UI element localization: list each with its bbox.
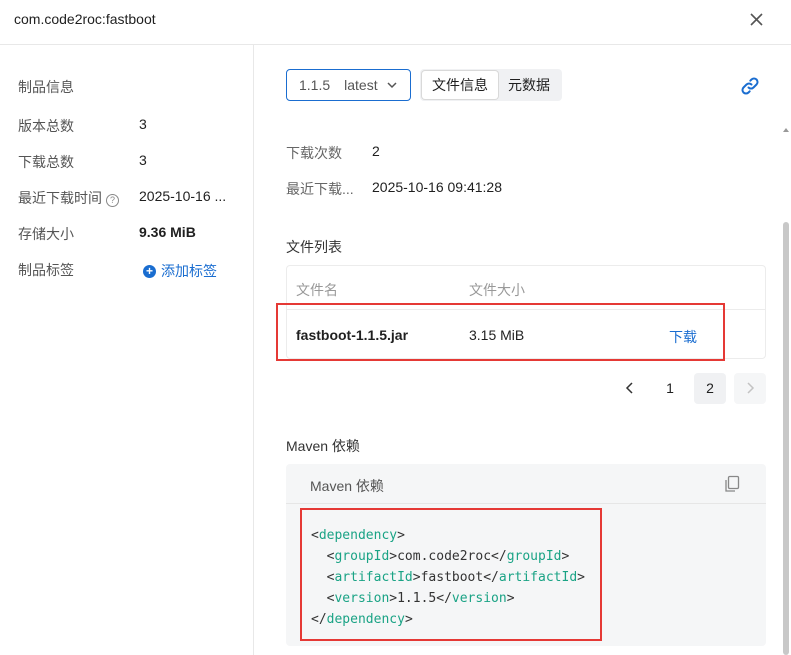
download-count-label: 下载次数 [286,145,342,161]
chevron-left-icon [625,382,633,394]
next-page-button[interactable] [734,373,766,404]
close-icon[interactable] [746,9,768,31]
add-tag-label: 添加标签 [161,263,217,279]
highlight-file-row [276,303,725,361]
download-count-value: 2 [372,143,380,159]
maven-section-title: Maven 依赖 [286,438,360,454]
highlight-maven-code [300,508,602,641]
version-select-value: 1.1.5 [299,77,331,93]
download-total-value: 3 [139,152,147,168]
info-tabs: 文件信息 元数据 [420,69,562,101]
version-select[interactable]: 1.1.5 latest [286,69,411,101]
chevron-down-icon [387,82,397,89]
version-count-value: 3 [139,116,147,132]
page-2-button[interactable]: 2 [694,373,726,404]
plus-circle-icon: + [143,264,156,278]
last-download-label: 最近下载时间? [18,188,119,208]
last-download-time-value: 2025-10-16 09:41:28 [372,179,502,195]
tab-metadata[interactable]: 元数据 [498,71,560,99]
maven-box-title: Maven 依赖 [310,478,384,494]
chevron-right-icon [747,382,755,394]
page-1-button[interactable]: 1 [654,373,686,404]
download-total-label: 下载总数 [18,154,74,170]
prev-page-button[interactable] [614,373,646,404]
version-count-label: 版本总数 [18,118,74,134]
last-download-time-label: 最近下载... [286,181,354,197]
last-download-label-text: 最近下载时间 [18,190,102,206]
artifact-info-sidebar: 制品信息 版本总数 3 下载总数 3 最近下载时间? 2025-10-16 ..… [0,45,254,655]
maven-box-header: Maven 依赖 [286,464,766,504]
artifact-title: com.code2roc:fastboot [14,11,156,27]
version-latest-tag: latest [344,77,378,93]
scrollbar-thumb[interactable] [783,222,789,655]
copy-icon[interactable] [724,475,740,493]
artifact-tags-label: 制品标签 [18,262,74,278]
storage-size-value: 9.36 MiB [139,224,196,240]
help-icon[interactable]: ? [106,194,119,207]
link-icon[interactable] [739,75,761,97]
sidebar-section-title: 制品信息 [18,79,74,95]
drawer-header: com.code2roc:fastboot [0,0,791,45]
last-download-value: 2025-10-16 ... [139,188,227,204]
add-tag-button[interactable]: + 添加标签 [143,261,217,281]
file-list-title: 文件列表 [286,239,342,255]
column-file-name: 文件名 [296,282,338,298]
tab-file-info[interactable]: 文件信息 [422,71,498,99]
storage-size-label: 存储大小 [18,226,74,242]
scroll-up-arrow[interactable] [783,126,789,134]
column-file-size: 文件大小 [469,282,525,298]
